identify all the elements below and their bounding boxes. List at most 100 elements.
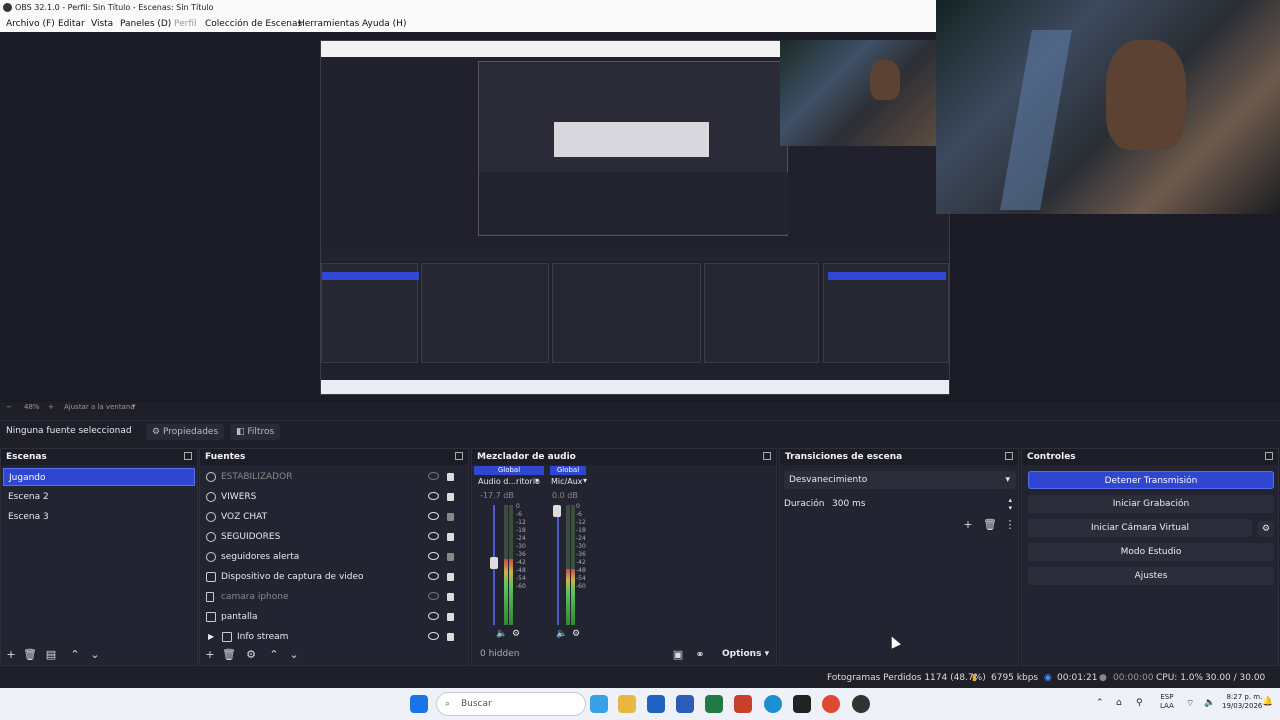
- volume-handle[interactable]: [490, 557, 498, 569]
- more-icon[interactable]: ⋮: [1004, 519, 1016, 531]
- source-item[interactable]: seguidores alerta: [204, 547, 462, 567]
- gear-icon[interactable]: ⚙: [572, 629, 580, 639]
- stop-stream-button[interactable]: Detener Transmisión: [1028, 471, 1274, 489]
- app-icon[interactable]: [793, 695, 811, 713]
- chrome-icon[interactable]: [822, 695, 840, 713]
- gear-icon[interactable]: ⚙: [245, 649, 257, 661]
- notification-icon[interactable]: 🔔: [1262, 697, 1273, 707]
- menu-archivo[interactable]: Archivo (F): [6, 16, 55, 32]
- volume-slider[interactable]: [557, 505, 559, 625]
- excel-icon[interactable]: [705, 695, 723, 713]
- studio-mode-button[interactable]: Modo Estudio: [1028, 543, 1274, 561]
- gear-icon[interactable]: ⚙: [512, 629, 520, 639]
- chevron-down-icon[interactable]: ▾: [583, 476, 587, 485]
- settings-button[interactable]: Ajustes: [1028, 567, 1274, 585]
- add-icon[interactable]: +: [962, 519, 974, 531]
- trash-icon[interactable]: 🗑: [222, 649, 236, 661]
- copilot-icon[interactable]: [590, 695, 608, 713]
- edge-icon[interactable]: [764, 695, 782, 713]
- move-up-icon[interactable]: ⌃: [268, 649, 280, 661]
- trash-icon[interactable]: 🗑: [983, 519, 997, 531]
- start-record-button[interactable]: Iniciar Grabación: [1028, 495, 1274, 513]
- word-icon[interactable]: [676, 695, 694, 713]
- source-item[interactable]: Dispositivo de captura de video: [204, 567, 462, 587]
- lock-icon[interactable]: [447, 633, 454, 641]
- obs-icon[interactable]: [852, 695, 870, 713]
- wifi-icon[interactable]: ⌔: [1186, 698, 1194, 709]
- menu-vista[interactable]: Vista: [91, 16, 113, 32]
- eye-icon[interactable]: [428, 552, 439, 560]
- gear-icon[interactable]: ⚙: [1258, 521, 1274, 537]
- options-button[interactable]: Options ▾: [722, 649, 769, 659]
- eye-icon[interactable]: [428, 492, 439, 500]
- fit-window-label[interactable]: Ajustar a la ventana: [64, 403, 135, 411]
- volume-handle[interactable]: [553, 505, 561, 517]
- menu-herramientas[interactable]: Herramientas: [298, 16, 359, 32]
- duration-spinbox[interactable]: 300 ms ▴ ▾: [826, 495, 1016, 513]
- chevron-down-icon[interactable]: ▾: [535, 476, 539, 485]
- tray-icon[interactable]: ⚲: [1136, 698, 1143, 708]
- tray-icon[interactable]: ⌂: [1116, 698, 1122, 708]
- spin-down-icon[interactable]: ▾: [1008, 499, 1012, 517]
- windows-start-icon[interactable]: [410, 695, 428, 713]
- source-item[interactable]: VOZ CHAT: [204, 507, 462, 527]
- lock-icon[interactable]: [447, 613, 454, 621]
- source-item[interactable]: camara iphone: [204, 587, 462, 607]
- scene-item[interactable]: Jugando: [3, 468, 195, 486]
- eye-hidden-icon[interactable]: [428, 472, 439, 480]
- layout-icon[interactable]: ▣: [672, 649, 684, 661]
- add-icon[interactable]: +: [204, 649, 216, 661]
- move-down-icon[interactable]: ⌄: [89, 649, 101, 661]
- move-up-icon[interactable]: ⌃: [69, 649, 81, 661]
- properties-button[interactable]: ⚙ Propiedades: [146, 424, 225, 440]
- menu-editar[interactable]: Editar: [58, 16, 85, 32]
- eye-icon[interactable]: [428, 632, 439, 640]
- menu-coleccion-escenas[interactable]: Colección de Escenas: [205, 16, 302, 32]
- eye-icon[interactable]: [428, 512, 439, 520]
- zoom-out-icon[interactable]: −: [6, 403, 12, 411]
- undock-icon[interactable]: [1005, 452, 1013, 460]
- eye-hidden-icon[interactable]: [428, 592, 439, 600]
- virtual-cam-button[interactable]: Iniciar Cámara Virtual: [1028, 519, 1252, 537]
- expand-icon[interactable]: ▶: [208, 627, 214, 647]
- menu-paneles[interactable]: Paneles (D): [120, 16, 171, 32]
- calculator-icon[interactable]: [647, 695, 665, 713]
- taskbar-search[interactable]: ⌕ Buscar: [436, 692, 586, 716]
- menu-ayuda[interactable]: Ayuda (H): [362, 16, 406, 32]
- clock[interactable]: 8:27 p. m. 19/03/2026: [1222, 693, 1262, 711]
- chevron-down-icon[interactable]: ▾: [132, 402, 136, 410]
- trash-icon[interactable]: 🗑: [23, 649, 37, 661]
- lock-icon[interactable]: [447, 493, 454, 501]
- source-group-item[interactable]: ▶ Info stream: [204, 627, 462, 647]
- add-icon[interactable]: +: [5, 649, 17, 661]
- lock-icon[interactable]: [447, 593, 454, 601]
- link-icon[interactable]: ⚭: [694, 649, 706, 661]
- menu-perfil[interactable]: Perfil: [174, 16, 197, 32]
- transition-select[interactable]: Desvanecimiento ▾: [784, 471, 1016, 489]
- lock-icon[interactable]: [447, 533, 454, 541]
- scene-item[interactable]: Escena 3: [3, 508, 195, 526]
- speaker-icon[interactable]: 🔈: [556, 629, 567, 639]
- undock-icon[interactable]: [184, 452, 192, 460]
- filters-button[interactable]: ◧ Filtros: [230, 424, 281, 440]
- eye-icon[interactable]: [428, 572, 439, 580]
- lock-open-icon[interactable]: [447, 513, 454, 521]
- scene-filters-icon[interactable]: ▤: [45, 649, 57, 661]
- language-indicator[interactable]: ESP LAA: [1160, 693, 1174, 711]
- speaker-icon[interactable]: 🔈: [496, 629, 507, 639]
- lock-icon[interactable]: [447, 573, 454, 581]
- undock-icon[interactable]: [763, 452, 771, 460]
- source-item[interactable]: VIWERS: [204, 487, 462, 507]
- source-item[interactable]: SEGUIDORES: [204, 527, 462, 547]
- file-explorer-icon[interactable]: [618, 695, 636, 713]
- eye-icon[interactable]: [428, 612, 439, 620]
- zoom-in-icon[interactable]: +: [48, 403, 54, 411]
- undock-icon[interactable]: [1265, 452, 1273, 460]
- move-down-icon[interactable]: ⌄: [288, 649, 300, 661]
- chevron-up-icon[interactable]: ⌃: [1096, 698, 1104, 708]
- undock-icon[interactable]: [455, 452, 463, 460]
- lock-open-icon[interactable]: [447, 553, 454, 561]
- scene-item[interactable]: Escena 2: [3, 488, 195, 506]
- lock-icon[interactable]: [447, 473, 454, 481]
- volume-icon[interactable]: 🔈: [1204, 698, 1215, 708]
